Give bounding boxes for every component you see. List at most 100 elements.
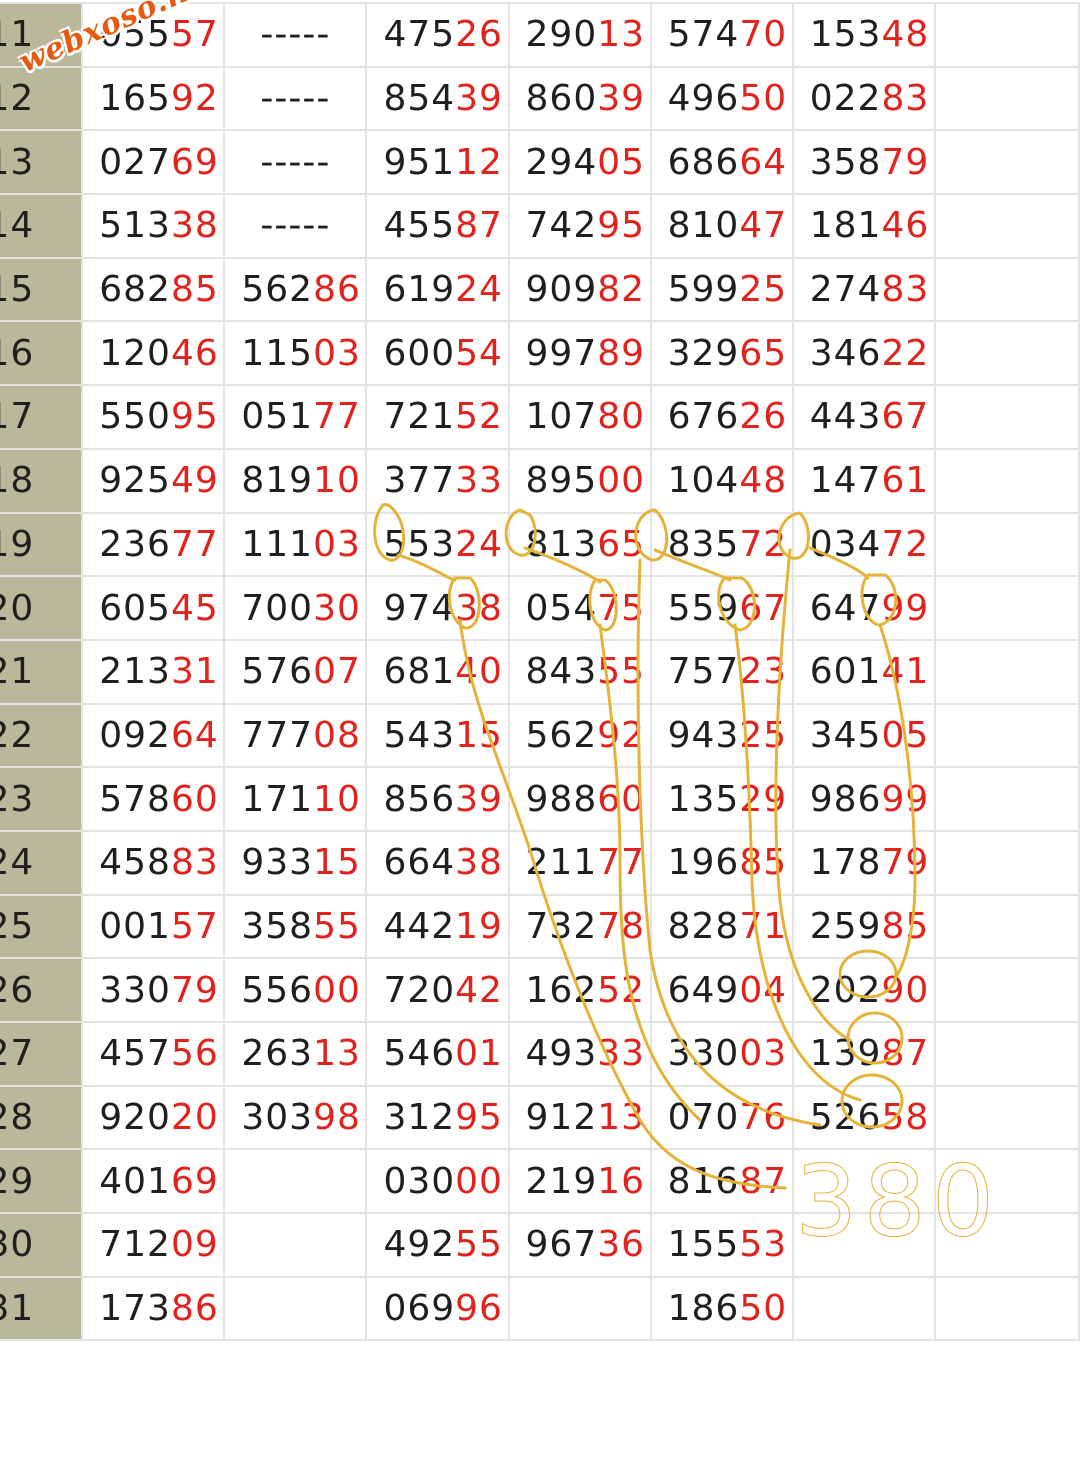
result-head-digits: 219: [525, 1160, 598, 1202]
result-tail-digits: 03: [313, 523, 361, 565]
result-tail-digits: 76: [739, 1097, 788, 1139]
result-head-digits: 345: [809, 714, 882, 756]
result-head-digits: 329: [667, 332, 740, 374]
result-head-digits: 443: [809, 396, 882, 438]
result-head-digits: 290: [525, 14, 598, 56]
result-cell: 09264: [81, 702, 226, 769]
result-tail-digits: 29: [739, 778, 788, 820]
result-head-digits: 526: [809, 1097, 882, 1139]
result-tail-digits: 85: [739, 842, 788, 884]
result-head-digits: 974: [383, 587, 456, 629]
result-tail-digits: 99: [881, 778, 930, 820]
result-head-digits: 986: [809, 778, 882, 820]
result-head-digits: 294: [525, 141, 598, 183]
result-tail-digits: 05: [881, 714, 930, 756]
result-cell: 97438: [365, 575, 510, 641]
table-row: 17550950517772152107806762644367: [0, 384, 1080, 450]
result-tail-digits: 61: [881, 460, 930, 502]
result-head-digits: 828: [667, 905, 740, 947]
result-cell: 74295: [507, 193, 652, 259]
result-head-digits: 442: [383, 905, 456, 947]
result-cell: 99789: [507, 320, 652, 387]
handwritten-number: 380: [794, 1145, 1001, 1260]
result-cell: 05475: [507, 575, 652, 641]
lottery-results-table: 1105557-----475262901357470153481216592-…: [0, 2, 1080, 1342]
results-table-container[interactable]: 1105557-----475262901357470153481216592-…: [0, 2, 1080, 1342]
result-tail-digits: 20: [170, 1097, 219, 1139]
day-cell: 26: [0, 957, 84, 1023]
no-result-cell: -----: [223, 65, 368, 132]
result-cell: 13987: [791, 1021, 936, 1087]
result-head-digits: 813: [525, 523, 598, 565]
result-tail-digits: 50: [739, 78, 788, 120]
result-cell: 16592: [81, 65, 226, 132]
result-cell: 47526: [365, 2, 510, 68]
empty-cell: [791, 1275, 936, 1342]
result-cell: 92020: [81, 1084, 226, 1151]
day-cell: 23: [0, 766, 84, 832]
result-head-digits: 513: [99, 205, 171, 247]
result-tail-digits: 65: [739, 332, 788, 374]
table-row: 20605457003097438054755596764799: [0, 575, 1080, 641]
result-cell: 44219: [365, 893, 510, 960]
table-row: 19236771110355324813658357203472: [0, 511, 1080, 578]
result-cell: 57860: [81, 766, 226, 832]
result-tail-digits: 71: [739, 905, 788, 947]
result-cell: 29013: [507, 2, 652, 68]
result-cell: 32965: [649, 320, 794, 387]
result-tail-digits: 56: [170, 1033, 219, 1075]
result-cell: 81910: [223, 447, 368, 514]
result-cell: 14761: [791, 447, 936, 514]
result-cell: 68140: [365, 638, 510, 705]
result-cell: 67626: [649, 384, 794, 450]
result-head-digits: 111: [241, 523, 314, 565]
empty-cell: [933, 65, 1080, 132]
result-head-digits: 173: [99, 1288, 171, 1330]
result-tail-digits: 87: [881, 1033, 930, 1075]
result-tail-digits: 85: [881, 905, 930, 947]
result-head-digits: 186: [667, 1288, 740, 1330]
result-cell: 21331: [81, 638, 226, 705]
result-head-digits: 562: [241, 269, 314, 311]
result-tail-digits: 39: [455, 778, 503, 820]
result-head-digits: 346: [809, 332, 882, 374]
result-head-digits: 553: [383, 523, 456, 565]
result-cell: 02283: [791, 65, 936, 132]
result-head-digits: 742: [525, 205, 598, 247]
result-head-digits: 943: [667, 714, 740, 756]
result-cell: 71209: [81, 1212, 226, 1278]
result-cell: 54601: [365, 1021, 510, 1087]
result-cell: 02769: [81, 129, 226, 196]
table-row: 27457562631354601493333300313987: [0, 1021, 1080, 1087]
day-cell: 28: [0, 1084, 84, 1151]
result-cell: 35855: [223, 893, 368, 960]
result-head-digits: 562: [525, 714, 598, 756]
result-head-digits: 682: [99, 269, 171, 311]
result-tail-digits: 46: [170, 332, 219, 374]
table-row: 26330795560072042162526490420290: [0, 957, 1080, 1023]
result-head-digits: 676: [667, 396, 740, 438]
empty-cell: [223, 1212, 368, 1278]
result-cell: 21177: [507, 829, 652, 896]
empty-cell: [933, 1275, 1080, 1342]
result-cell: 91213: [507, 1084, 652, 1151]
result-head-digits: 155: [667, 1224, 740, 1266]
result-head-digits: 475: [383, 14, 456, 56]
result-tail-digits: 10: [313, 460, 361, 502]
result-head-digits: 967: [525, 1224, 598, 1266]
result-tail-digits: 55: [597, 651, 646, 693]
result-head-digits: 664: [383, 842, 456, 884]
result-cell: 13529: [649, 766, 794, 832]
result-cell: 45883: [81, 829, 226, 896]
result-tail-digits: 00: [597, 460, 646, 502]
result-head-digits: 912: [525, 1097, 598, 1139]
empty-cell: [933, 1084, 1080, 1151]
table-row: 1216592-----85439860394965002283: [0, 65, 1080, 132]
result-tail-digits: 92: [597, 714, 646, 756]
result-head-digits: 104: [667, 460, 740, 502]
day-cell: 24: [0, 829, 84, 896]
result-cell: 21916: [507, 1148, 652, 1215]
result-head-digits: 686: [667, 141, 740, 183]
result-tail-digits: 00: [455, 1160, 503, 1202]
result-tail-digits: 64: [170, 714, 219, 756]
